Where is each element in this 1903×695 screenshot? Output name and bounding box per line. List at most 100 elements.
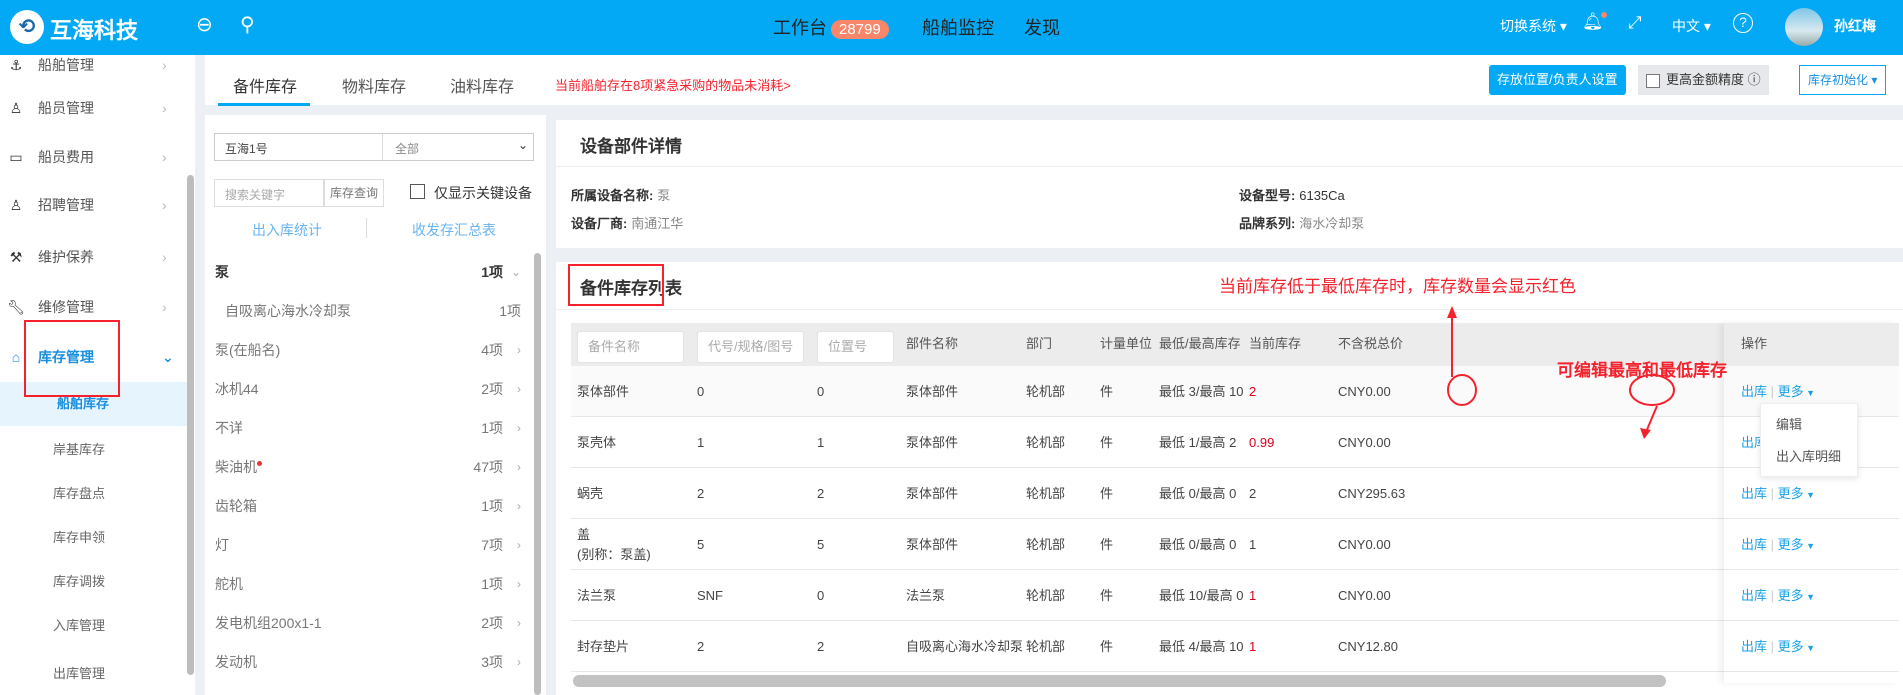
item-name: 舵机	[215, 576, 243, 592]
sidebar-item-recruit[interactable]: ♙ 招聘管理 ›	[0, 183, 180, 227]
field-model: 设备型号: 6135Ca	[1239, 188, 1345, 203]
hammer-icon: ⚒︎	[9, 249, 23, 265]
sidebar-item-crew-cost[interactable]: ▭ 船员费用 ›	[0, 135, 180, 179]
logo: ⟲	[10, 10, 44, 44]
equipment-list-item[interactable]: 柴油机 47项 ›	[215, 448, 523, 486]
equipment-list-item[interactable]: 泵 1项 ⌄	[215, 253, 523, 291]
sidebar-sub-transfer[interactable]: 库存调拨	[0, 560, 188, 604]
item-count: 1项	[481, 420, 503, 436]
item-name: 齿轮箱	[215, 498, 257, 514]
inventory-table-card: 备件库存列表 当前库存低于最低库存时，库存数量会显示红色 备件名称 代号/规格/…	[556, 262, 1903, 695]
location-settings-button[interactable]: 存放位置/负责人设置	[1489, 65, 1626, 95]
inventory-query-button[interactable]: 库存查询	[324, 179, 384, 207]
equipment-list-item[interactable]: 舵机 1项 ›	[215, 565, 523, 603]
top-header: ⟲ 互海科技 ⊖ ⚲ 工作台 28799 船舶监控 发现 切换系统 ▾ 🔔︎ ⤢ …	[0, 0, 1903, 55]
item-count: 1项	[499, 303, 521, 319]
chevron-right-icon: ›	[517, 421, 521, 435]
item-name: 泵(在船名)	[215, 342, 281, 358]
detail-card: 设备部件详情 所属设备名称: 泵 设备型号: 6135Ca 设备厂商: 南通江华…	[556, 120, 1903, 248]
chevron-right-icon: ›	[517, 343, 521, 357]
sidebar-sub-stocktake[interactable]: 库存盘点	[0, 472, 188, 516]
annotation-arrowhead-up	[1447, 306, 1457, 318]
sidebar-item-crew[interactable]: ♙ 船员管理 ›	[0, 86, 180, 130]
nav-ship-monitor[interactable]: 船舶监控	[922, 14, 994, 40]
chevron-right-icon: ›	[517, 538, 521, 552]
language-dropdown[interactable]: 中文 ▾	[1672, 16, 1711, 36]
item-count: 1项	[481, 576, 503, 592]
sidebar-sub-requisition[interactable]: 库存申领	[0, 516, 188, 560]
item-count: 3项	[481, 654, 503, 670]
key-equipment-label: 仅显示关键设备	[434, 185, 532, 201]
ship-select[interactable]: 互海1号 全部 ⌄	[214, 133, 534, 161]
list-scrollbar[interactable]	[534, 253, 541, 695]
item-name: 冰机44	[215, 381, 259, 397]
avatar[interactable]	[1785, 8, 1823, 46]
item-name: 不详	[215, 420, 243, 436]
chevron-right-icon: ›	[517, 616, 521, 630]
item-count: 1项	[481, 264, 503, 280]
info-icon: ⓘ	[1747, 72, 1761, 87]
equipment-list-item[interactable]: 发电机组200x1-1 2项 ›	[215, 604, 523, 642]
keyword-search-input[interactable]: 搜索关键字	[214, 179, 324, 207]
home-icon: ⌂	[11, 349, 21, 365]
urgent-alert-link[interactable]: 当前船舶存在8项紧急采购的物品未消耗>	[555, 75, 791, 94]
wallet-icon: ▭	[9, 149, 23, 165]
active-tab-indicator	[218, 103, 310, 106]
nav-discover[interactable]: 发现	[1024, 14, 1060, 40]
equipment-list-item[interactable]: 灯 7项 ›	[215, 526, 523, 564]
item-name: 发动机	[215, 654, 257, 670]
bell-icon[interactable]: 🔔︎	[1582, 12, 1607, 32]
chevron-right-icon: ›	[517, 655, 521, 669]
detail-title: 设备部件详情	[580, 137, 682, 156]
summary-table-link[interactable]: 收发存汇总表	[412, 220, 496, 240]
chevron-down-icon: ⌄	[517, 138, 528, 152]
nav-workbench[interactable]: 工作台 28799	[773, 14, 889, 40]
back-icon[interactable]: ⊖	[196, 12, 213, 37]
field-brand-series: 品牌系列: 海水冷却泵	[1239, 216, 1365, 231]
equipment-list-item[interactable]: 自吸离心海水冷却泵 1项	[215, 292, 523, 330]
annotation-box-sidebar	[24, 320, 120, 397]
item-name: 灯	[215, 537, 229, 553]
sidebar-sub-shore-inventory[interactable]: 岸基库存	[0, 428, 188, 472]
chevron-right-icon: ›	[517, 460, 521, 474]
workbench-badge: 28799	[831, 20, 889, 39]
tab-spare-parts[interactable]: 备件库存	[233, 73, 297, 97]
equipment-list-item[interactable]: 发动机 3项 ›	[215, 643, 523, 681]
item-name: 泵	[215, 264, 229, 280]
inventory-init-dropdown[interactable]: 库存初始化 ▾	[1799, 65, 1887, 95]
equipment-list-item[interactable]: 泵(在船名) 4项 ›	[215, 331, 523, 369]
equipment-list-panel: 互海1号 全部 ⌄ 搜索关键字 库存查询 仅显示关键设备 出入库统计 收发存汇总表 …	[205, 115, 546, 695]
item-count: 1项	[481, 498, 503, 514]
chevron-right-icon: ›	[517, 577, 521, 591]
equipment-list-item[interactable]: 冰机44 2项 ›	[215, 370, 523, 408]
precision-checkbox[interactable]: 更高金额精度 ⓘ	[1638, 65, 1769, 95]
sidebar-sub-outbound[interactable]: 出库管理	[0, 652, 188, 695]
sidebar-item-maintenance[interactable]: ⚒︎ 维护保养 ›	[0, 235, 180, 279]
tab-materials[interactable]: 物料库存	[342, 73, 406, 97]
chevron-right-icon: ›	[517, 499, 521, 513]
fullscreen-icon[interactable]: ⤢	[1628, 13, 1642, 33]
switch-system-dropdown[interactable]: 切换系统 ▾	[1500, 16, 1567, 36]
alert-dot	[257, 461, 262, 466]
user-name[interactable]: 孙红梅	[1834, 16, 1876, 36]
sidebar-scrollbar[interactable]	[187, 175, 194, 675]
key-equipment-checkbox[interactable]	[410, 184, 425, 199]
equipment-list-item[interactable]: 不详 1项 ›	[215, 409, 523, 447]
field-manufacturer: 设备厂商: 南通江华	[571, 216, 684, 231]
tab-bar: 备件库存 物料库存 油料库存 当前船舶存在8项紧急采购的物品未消耗> 存放位置/…	[205, 55, 1903, 106]
ship-icon: ⚓︎	[9, 57, 23, 73]
item-count: 4项	[481, 342, 503, 358]
tab-oil[interactable]: 油料库存	[450, 73, 514, 97]
equipment-list-item[interactable]: 齿轮箱 1项 ›	[215, 487, 523, 525]
search-icon[interactable]: ⚲	[240, 12, 255, 37]
sidebar-item-ship[interactable]: ⚓︎ 船舶管理 ›	[0, 55, 180, 87]
inout-stats-link[interactable]: 出入库统计	[252, 220, 322, 240]
annotation-arrow-edit	[1645, 405, 1658, 433]
help-icon[interactable]: ?	[1733, 13, 1753, 33]
item-count: 7项	[481, 537, 503, 553]
annotation-arrowhead-edit	[1640, 428, 1651, 439]
sidebar-sub-inbound[interactable]: 入库管理	[0, 604, 188, 648]
item-count: 47项	[473, 459, 503, 475]
wrench-icon: 🔧︎	[7, 299, 25, 315]
brand-name: 互海科技	[50, 18, 139, 43]
